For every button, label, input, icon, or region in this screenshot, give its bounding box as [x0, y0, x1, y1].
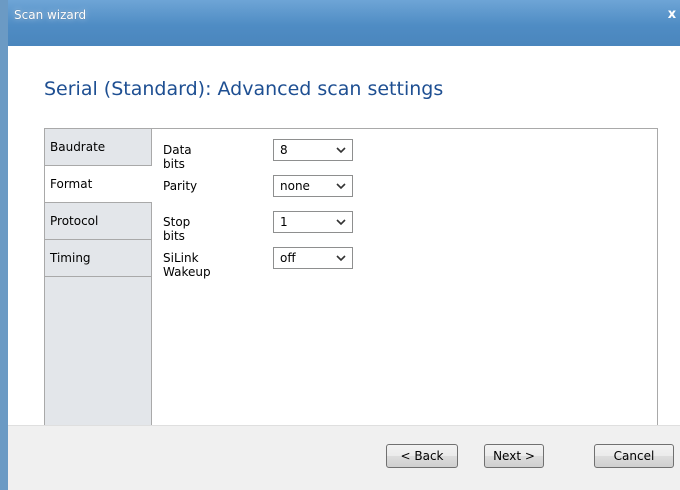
next-button[interactable]: Next > [484, 444, 544, 468]
stop-bits-value: 1 [280, 215, 288, 229]
chevron-down-icon [336, 147, 346, 154]
parity-value: none [280, 179, 310, 193]
data-bits-value: 8 [280, 143, 288, 157]
stop-bits-select[interactable]: 1 [273, 211, 353, 233]
page-title: Serial (Standard): Advanced scan setting… [44, 78, 444, 100]
parity-select[interactable]: none [273, 175, 353, 197]
scan-wizard-window: Scan wizard x Serial (Standard): Advance… [0, 0, 680, 490]
title-bar[interactable]: Scan wizard x [8, 0, 680, 46]
chevron-down-icon [336, 183, 346, 190]
tab-protocol[interactable]: Protocol [45, 203, 151, 240]
close-button[interactable]: x [664, 4, 680, 26]
chevron-down-icon [336, 255, 346, 262]
tab-baudrate[interactable]: Baudrate [45, 129, 151, 166]
stop-bits-label: Stop bits [163, 215, 191, 243]
settings-tabs: Baudrate Format Protocol Timing [45, 129, 152, 427]
data-bits-select[interactable]: 8 [273, 139, 353, 161]
tab-timing[interactable]: Timing [45, 240, 151, 277]
parity-label: Parity [163, 179, 198, 193]
silink-wakeup-select[interactable]: off [273, 247, 353, 269]
silink-wakeup-value: off [280, 251, 296, 265]
silink-wakeup-label: SiLink Wakeup [163, 251, 211, 279]
data-bits-label: Data bits [163, 143, 192, 171]
window-title: Scan wizard [14, 8, 87, 22]
button-bar: < Back Next > Cancel [8, 425, 680, 490]
back-button[interactable]: < Back [386, 444, 458, 468]
cancel-button[interactable]: Cancel [594, 444, 674, 468]
dialog-body: Serial (Standard): Advanced scan setting… [8, 46, 680, 490]
tab-format[interactable]: Format [45, 166, 152, 203]
settings-panel: Baudrate Format Protocol Timing Data bit… [44, 128, 658, 428]
chevron-down-icon [336, 219, 346, 226]
